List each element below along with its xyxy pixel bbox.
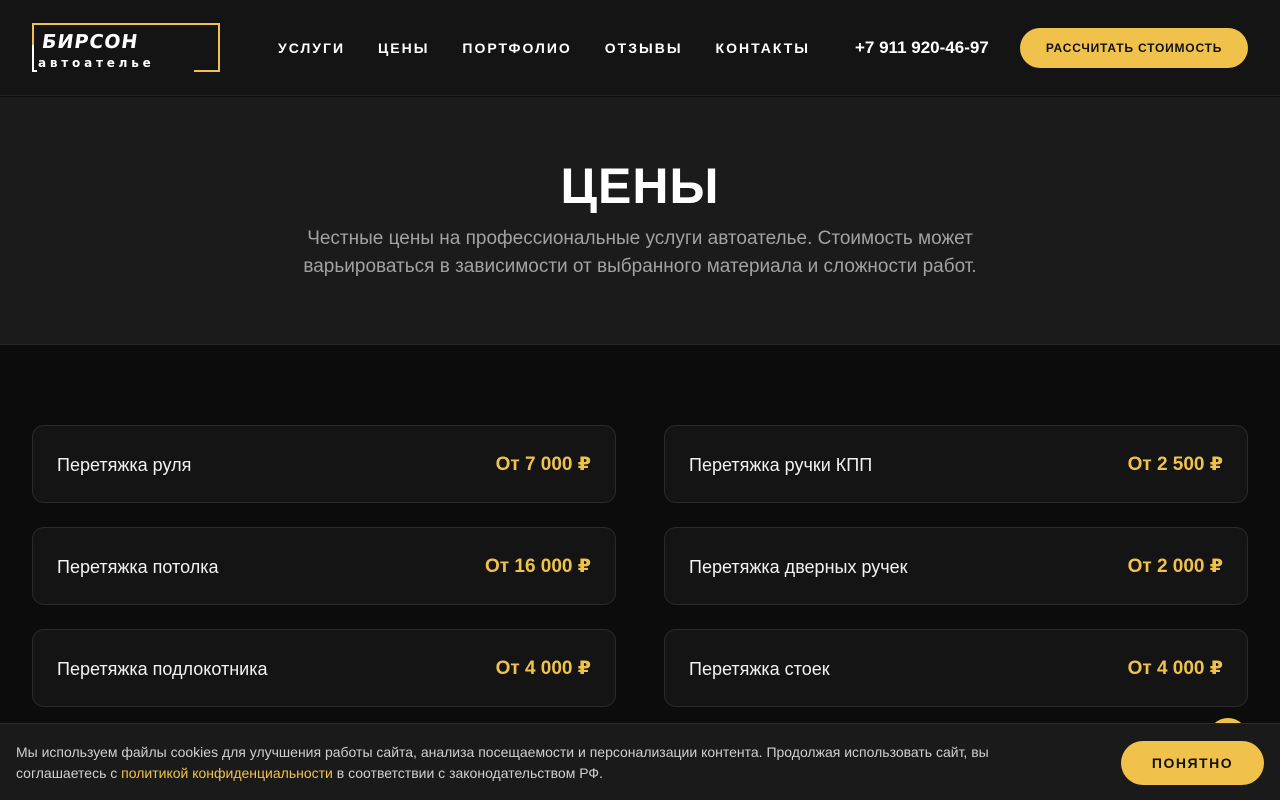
price-item-value: От 16 000 ₽ xyxy=(485,556,591,577)
nav-item-reviews[interactable]: ОТЗЫВЫ xyxy=(605,38,683,58)
accept-cookies-button[interactable]: ПОНЯТНО xyxy=(1121,741,1264,785)
site-header: БИРСОН автоателье УСЛУГИ ЦЕНЫ ПОРТФОЛИО … xyxy=(0,0,1280,96)
cookie-text-after: в соответствии с законодательством РФ. xyxy=(332,765,603,781)
calculate-cost-button[interactable]: РАССЧИТАТЬ СТОИМОСТЬ xyxy=(1020,28,1248,68)
price-item-name: Перетяжка ручки КПП xyxy=(689,455,873,475)
price-item-value: От 2 000 ₽ xyxy=(1127,556,1223,577)
price-card: Перетяжка руля От 7 000 ₽ xyxy=(32,425,616,503)
price-item-value: От 4 000 ₽ xyxy=(1127,658,1223,679)
price-item-name: Перетяжка дверных ручек xyxy=(689,557,908,577)
main-nav: УСЛУГИ ЦЕНЫ ПОРТФОЛИО ОТЗЫВЫ КОНТАКТЫ xyxy=(278,38,810,58)
page-subtitle: Честные цены на профессиональные услуги … xyxy=(303,228,977,277)
price-item-value: От 4 000 ₽ xyxy=(495,658,591,679)
price-item-value: От 7 000 ₽ xyxy=(495,454,591,475)
price-item-value: От 2 500 ₽ xyxy=(1127,454,1223,475)
price-card: Перетяжка ручки КПП От 2 500 ₽ xyxy=(664,425,1248,503)
price-card: Перетяжка потолка От 16 000 ₽ xyxy=(32,527,616,605)
page-hero: ЦЕНЫ Честные цены на профессиональные ус… xyxy=(0,97,1280,345)
page-title: ЦЕНЫ xyxy=(560,158,720,214)
nav-item-prices[interactable]: ЦЕНЫ xyxy=(378,38,429,58)
logo-subtitle: автоателье xyxy=(35,56,158,70)
phone-link[interactable]: +7 911 920-46-97 xyxy=(855,37,989,59)
price-card: Перетяжка подлокотника От 4 000 ₽ xyxy=(32,629,616,707)
nav-item-portfolio[interactable]: ПОРТФОЛИО xyxy=(462,38,571,58)
price-card: Перетяжка дверных ручек От 2 000 ₽ xyxy=(664,527,1248,605)
cookie-banner: Мы используем файлы cookies для улучшени… xyxy=(0,723,1280,800)
price-item-name: Перетяжка стоек xyxy=(689,659,830,679)
cookie-text: Мы используем файлы cookies для улучшени… xyxy=(16,742,1076,784)
logo-wordmark: БИРСОН xyxy=(40,31,140,53)
price-item-name: Перетяжка руля xyxy=(57,455,192,475)
nav-item-contacts[interactable]: КОНТАКТЫ xyxy=(716,38,810,58)
price-item-name: Перетяжка подлокотника xyxy=(57,659,268,679)
privacy-policy-link[interactable]: политикой конфиденциальности xyxy=(121,765,333,781)
price-item-name: Перетяжка потолка xyxy=(57,557,219,577)
price-card: Перетяжка стоек От 4 000 ₽ xyxy=(664,629,1248,707)
nav-item-services[interactable]: УСЛУГИ xyxy=(278,38,345,58)
logo[interactable]: БИРСОН автоателье xyxy=(32,23,220,72)
